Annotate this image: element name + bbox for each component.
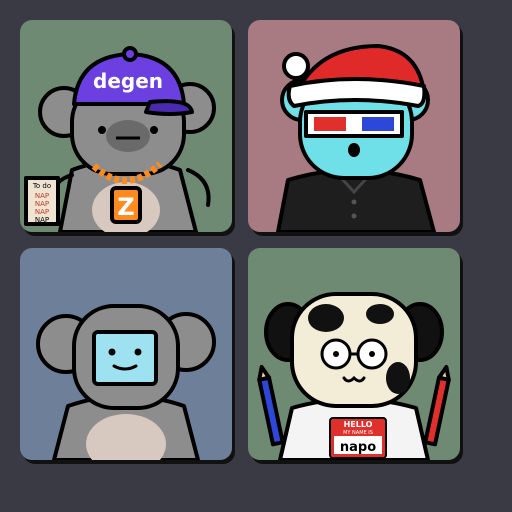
name-tag-icon: HELLO MY NAME IS napo [329, 417, 387, 459]
cap-text: degen [93, 69, 163, 93]
name-tag-name: napo [340, 440, 376, 455]
avatar-tile-koala-degen[interactable]: degen Z To do NAP NAP NAP NAP [20, 20, 232, 232]
shirt-button [351, 213, 357, 219]
avatar-tile-koala-monitor[interactable] [20, 248, 232, 460]
nose-patch [106, 120, 150, 152]
pendant-letter: Z [117, 193, 134, 221]
nft-grid: degen Z To do NAP NAP NAP NAP HELLO MY N… [0, 0, 512, 512]
face-monitor-icon [92, 330, 158, 386]
cap-brim [144, 99, 194, 116]
3d-glasses-icon [304, 110, 404, 138]
bear-santa-illustration [248, 20, 460, 232]
name-tag-hello: HELLO [344, 420, 373, 429]
note-line-4: NAP [35, 216, 49, 224]
head-spot [308, 304, 344, 332]
note-line-2: NAP [35, 200, 49, 208]
todo-note-icon: To do NAP NAP NAP NAP [24, 176, 60, 226]
left-eye [98, 126, 106, 134]
koala-monitor-illustration [20, 248, 232, 460]
name-tag-subtitle: MY NAME IS [343, 430, 373, 436]
right-eye [150, 126, 158, 134]
note-line-3: NAP [35, 208, 49, 216]
avatar-tile-dalmatian-napo[interactable]: HELLO MY NAME IS napo [248, 248, 460, 460]
avatar-tile-bear-santa[interactable] [248, 20, 460, 232]
head-spot [386, 362, 410, 394]
mouth [348, 143, 360, 157]
koala-degen-illustration: degen Z To do NAP NAP NAP NAP [20, 20, 232, 232]
note-title: To do [32, 182, 51, 190]
cap-button [122, 46, 138, 62]
dalmatian-napo-illustration: HELLO MY NAME IS napo [248, 248, 460, 460]
santa-hat-pompom [282, 52, 310, 80]
santa-hat-trim [286, 77, 427, 108]
head-spot [366, 304, 394, 324]
note-line-1: NAP [35, 192, 49, 200]
shirt-button [351, 199, 357, 205]
